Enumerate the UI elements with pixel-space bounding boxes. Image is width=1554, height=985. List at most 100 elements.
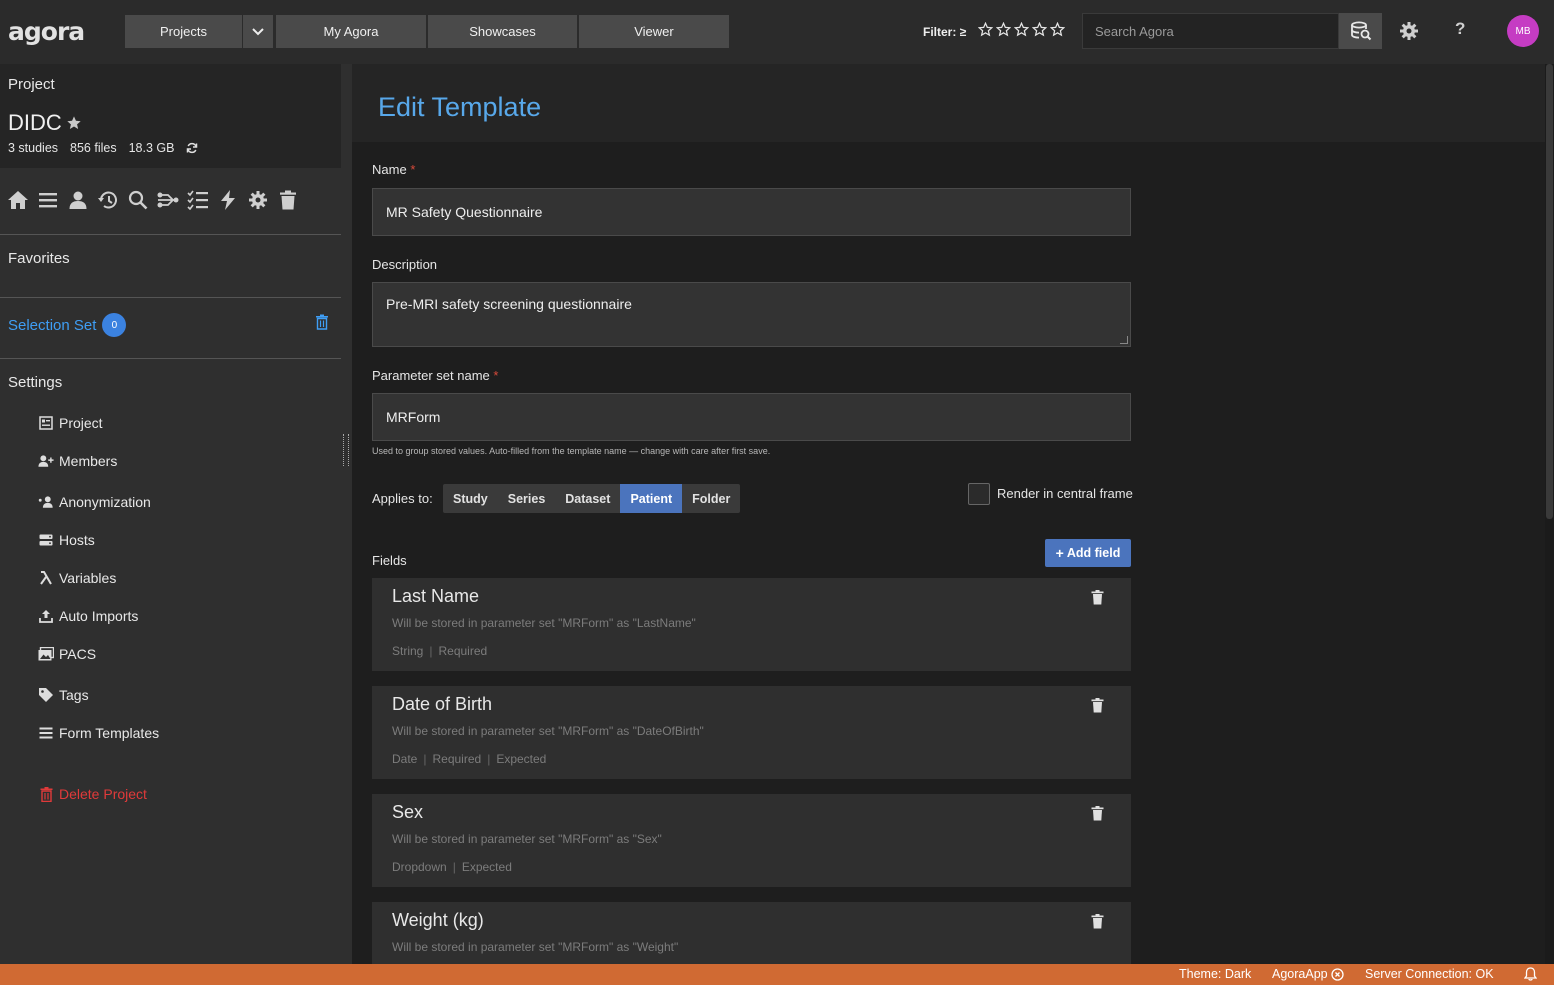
field-tag: Date xyxy=(392,752,418,766)
plus-icon: + xyxy=(1055,545,1064,561)
field-tag: Required xyxy=(432,752,482,766)
favorites-heading[interactable]: Favorites xyxy=(8,250,70,267)
name-label-text: Name xyxy=(372,162,407,177)
chevron-down-icon xyxy=(252,27,264,35)
sidebar-item-form-templates[interactable]: Form Templates xyxy=(38,725,159,741)
theme-status[interactable]: Theme: Dark xyxy=(1179,967,1251,981)
star-icon[interactable] xyxy=(996,22,1011,37)
tasks-icon[interactable] xyxy=(186,188,210,212)
user-icon[interactable] xyxy=(66,188,90,212)
delete-field-button[interactable] xyxy=(1091,806,1104,826)
description-textarea[interactable]: Pre-MRI safety screening questionnaire xyxy=(372,282,1131,347)
sidebar-item-anonymization[interactable]: Anonymization xyxy=(38,494,151,510)
workflow-icon[interactable] xyxy=(156,188,180,212)
main-content: Edit Template Name * MR Safety Questionn… xyxy=(352,64,1545,985)
pacs-icon xyxy=(38,646,54,662)
settings-gear-button[interactable] xyxy=(1399,21,1419,46)
project-label: Project xyxy=(8,76,55,93)
applies-folder-button[interactable]: Folder xyxy=(682,484,740,513)
gear-icon[interactable] xyxy=(246,188,270,212)
applies-dataset-button[interactable]: Dataset xyxy=(555,484,620,513)
field-title: Last Name xyxy=(392,586,480,606)
applies-series-button[interactable]: Series xyxy=(498,484,556,513)
sidebar-item-auto-imports[interactable]: Auto Imports xyxy=(38,608,138,624)
nav-showcases-button[interactable]: Showcases xyxy=(428,15,577,48)
field-description: Will be stored in parameter set "MRForm"… xyxy=(392,724,704,738)
meta-separator: | xyxy=(429,644,433,658)
sidebar-item-tags[interactable]: Tags xyxy=(38,687,89,703)
applies-patient-button[interactable]: Patient xyxy=(620,484,683,513)
add-field-button[interactable]: + Add field xyxy=(1045,539,1131,567)
search-database-button[interactable] xyxy=(1339,13,1382,49)
delete-project-button[interactable]: Delete Project xyxy=(40,786,147,802)
list-icon xyxy=(38,725,54,741)
home-icon[interactable] xyxy=(6,188,30,212)
upload-icon xyxy=(38,608,54,624)
search-input[interactable] xyxy=(1082,13,1339,49)
database-search-icon xyxy=(1350,21,1371,41)
sidebar-item-label: Members xyxy=(59,453,118,469)
project-size: 18.3 GB xyxy=(128,141,175,155)
bolt-icon[interactable] xyxy=(216,188,240,212)
add-field-label: Add field xyxy=(1066,546,1121,560)
delete-field-button[interactable] xyxy=(1091,698,1104,718)
notifications-button[interactable] xyxy=(1524,967,1537,981)
page-title: Edit Template xyxy=(378,92,542,122)
projects-dropdown-button[interactable] xyxy=(243,15,273,48)
sidebar-item-variables[interactable]: Variables xyxy=(38,570,116,586)
bell-icon xyxy=(1524,967,1537,981)
description-value: Pre-MRI safety screening questionnaire xyxy=(386,296,632,312)
nav-viewer-button[interactable]: Viewer xyxy=(579,15,729,48)
app-status[interactable]: AgoraApp xyxy=(1272,967,1344,981)
project-toolbar xyxy=(6,188,300,212)
sidebar-resize-handle[interactable] xyxy=(343,434,349,466)
parameter-set-hint: Used to group stored values. Auto-filled… xyxy=(372,446,771,456)
field-card[interactable]: Sex Will be stored in parameter set "MRFo… xyxy=(372,794,1131,887)
sidebar-item-members[interactable]: Members xyxy=(38,453,117,469)
tag-icon xyxy=(38,687,54,703)
name-input[interactable]: MR Safety Questionnaire xyxy=(372,188,1131,236)
fields-heading: Fields xyxy=(372,553,407,568)
history-icon[interactable] xyxy=(96,188,120,212)
parameter-set-field-label: Parameter set name * xyxy=(372,368,498,383)
star-icon[interactable] xyxy=(1050,22,1065,37)
user-avatar[interactable]: MB xyxy=(1507,15,1539,47)
sidebar-divider xyxy=(0,297,341,298)
clear-selection-trash-icon[interactable] xyxy=(315,314,329,330)
trash-icon xyxy=(40,786,53,802)
filter-label: Filter: ≥ xyxy=(923,25,967,39)
nav-projects-button[interactable]: Projects xyxy=(125,15,242,48)
sidebar-item-project[interactable]: Project xyxy=(38,415,103,431)
scrollbar-thumb[interactable] xyxy=(1546,64,1553,519)
field-card[interactable]: Last Name Will be stored in parameter set… xyxy=(372,578,1131,671)
applies-study-button[interactable]: Study xyxy=(443,484,498,513)
main-scrollbar[interactable] xyxy=(1545,64,1554,964)
project-summary: Project DIDC 3 studies 856 files 18.3 GB xyxy=(0,64,341,168)
search-icon[interactable] xyxy=(126,188,150,212)
name-input-value: MR Safety Questionnaire xyxy=(386,204,543,220)
project-files: 856 files xyxy=(70,141,117,155)
resize-grip[interactable] xyxy=(1120,336,1128,344)
delete-field-button[interactable] xyxy=(1091,590,1104,610)
field-card[interactable]: Date of Birth Will be stored in parameter… xyxy=(372,686,1131,779)
selection-set-link[interactable]: Selection Set 0 xyxy=(8,313,127,337)
help-button[interactable]: ? xyxy=(1455,19,1465,39)
sidebar-item-label: Form Templates xyxy=(59,725,160,741)
sidebar-item-hosts[interactable]: Hosts xyxy=(38,532,95,548)
favorite-star-icon[interactable] xyxy=(66,115,82,131)
star-icon[interactable] xyxy=(1014,22,1029,37)
required-mark: * xyxy=(410,162,416,177)
list-icon[interactable] xyxy=(36,188,60,212)
parameter-set-value: MRForm xyxy=(386,409,441,425)
sidebar-item-pacs[interactable]: PACS xyxy=(38,646,96,662)
settings-heading: Settings xyxy=(8,374,63,391)
agora-logo[interactable]: agora xyxy=(8,17,85,46)
star-icon[interactable] xyxy=(1032,22,1047,37)
delete-field-button[interactable] xyxy=(1091,914,1104,934)
parameter-set-input[interactable]: MRForm xyxy=(372,393,1131,441)
nav-my-agora-button[interactable]: My Agora xyxy=(276,15,426,48)
star-icon[interactable] xyxy=(978,22,993,37)
refresh-icon[interactable] xyxy=(186,142,198,154)
trash-icon[interactable] xyxy=(276,188,300,212)
render-central-frame-checkbox[interactable] xyxy=(968,483,990,505)
